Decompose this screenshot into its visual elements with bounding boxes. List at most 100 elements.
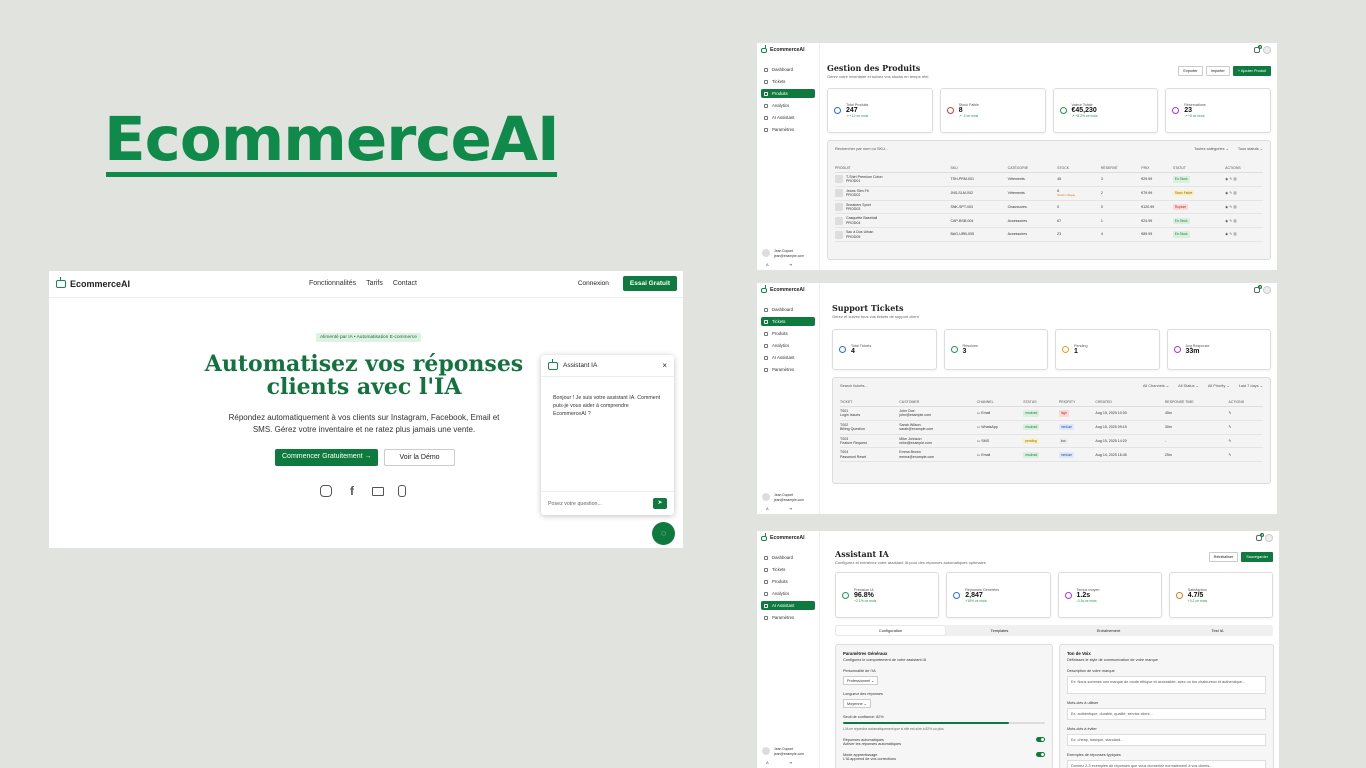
landing-brand[interactable]: EcommerceAI — [56, 277, 130, 289]
user-icon[interactable]: A — [766, 506, 769, 511]
learning-mode-toggle[interactable] — [1036, 752, 1045, 757]
view-icon[interactable]: ◉ — [1225, 191, 1228, 195]
priority-filter[interactable]: All Priority ⌄ — [1208, 383, 1230, 388]
auto-replies-toggle[interactable] — [1036, 737, 1045, 742]
status-filter[interactable]: Tous statuts ⌄ — [1238, 146, 1263, 151]
trash-icon[interactable]: ▥ — [1233, 177, 1236, 181]
brand-description-textarea[interactable]: Ex: Nous sommes une marque de mode éthiq… — [1067, 676, 1266, 694]
save-button[interactable]: Sauvegarder — [1241, 552, 1273, 562]
table-row[interactable]: T003 Feature Request Mike Johnson mike@exam… — [840, 434, 1263, 449]
table-row[interactable]: Sac à Dos Urban PROD05 BAG-URB-005 Accessoi… — [835, 227, 1263, 243]
view-icon[interactable]: ◉ — [1225, 232, 1228, 236]
chat-input[interactable]: Posez votre question... — [548, 501, 602, 507]
confidence-slider[interactable] — [843, 722, 1045, 724]
tab-training[interactable]: Entraînement — [1054, 626, 1163, 635]
sidebar-item-products[interactable]: Produits — [761, 89, 815, 98]
edit-icon[interactable]: ✎ — [1229, 177, 1232, 181]
table-row[interactable]: Jeans Slim Fit PROD02 JNS-SLM-002 Vêtements… — [835, 186, 1263, 201]
user-profile[interactable]: Jean Dupont jean@example.com — [762, 747, 804, 757]
keywords-avoid-input[interactable]: Ex: cheap, basique, standard... — [1067, 734, 1266, 746]
sidebar-item-analytics[interactable]: Analytics — [761, 341, 815, 350]
sidebar-item-ai-assistant[interactable]: AI Assistant — [761, 601, 815, 610]
user-icon[interactable]: A — [766, 760, 769, 765]
reset-button[interactable]: Réinitialiser — [1208, 552, 1239, 562]
table-row[interactable]: T002 Billing Question Sarah Wilson sarah@ex… — [840, 420, 1263, 435]
search-input[interactable]: Rechercher par nom ou SKU... — [835, 146, 888, 151]
table-row[interactable]: T004 Password Reset Emma Brown emma@example… — [840, 447, 1263, 463]
trash-icon[interactable]: ▥ — [1233, 219, 1236, 223]
demo-button[interactable]: Voir la Démo — [384, 449, 455, 466]
status-filter[interactable]: All Status ⌄ — [1178, 383, 1199, 388]
tab-test[interactable]: Test IA — [1163, 626, 1272, 635]
export-button[interactable]: Exporter — [1178, 66, 1203, 76]
sidebar-item-products[interactable]: Produits — [761, 577, 815, 586]
edit-icon[interactable]: ✎ — [1228, 425, 1231, 429]
view-icon[interactable]: ◉ — [1225, 219, 1228, 223]
logout-icon[interactable]: ⇥ — [789, 262, 792, 267]
channel-filter[interactable]: All Channels ⌄ — [1143, 383, 1169, 388]
sidebar-item-settings[interactable]: Paramètres — [761, 365, 815, 374]
trash-icon[interactable]: ▥ — [1233, 205, 1236, 209]
edit-icon[interactable]: ✎ — [1228, 411, 1231, 415]
keywords-use-input[interactable]: Ex: authentique, durable, qualité, servi… — [1067, 708, 1266, 720]
start-free-button[interactable]: Commencer Gratuitement → — [275, 449, 379, 466]
user-profile[interactable]: Jean Dupont jean@example.com — [762, 493, 804, 503]
edit-icon[interactable]: ✎ — [1229, 219, 1232, 223]
tab-templates[interactable]: Templates — [945, 626, 1054, 635]
facebook-icon[interactable]: f — [346, 485, 358, 497]
edit-icon[interactable]: ✎ — [1228, 453, 1231, 457]
sidebar-item-analytics[interactable]: Analytics — [761, 589, 815, 598]
sidebar-item-products[interactable]: Produits — [761, 329, 815, 338]
sidebar-item-tickets[interactable]: Tickets — [761, 317, 815, 326]
sidebar-item-settings[interactable]: Paramètres — [761, 613, 815, 622]
mail-icon[interactable] — [372, 487, 384, 496]
nav-link-features[interactable]: Fonctionnalités — [309, 280, 356, 287]
length-select[interactable]: Moyenne ⌄ — [843, 699, 871, 708]
sidebar-item-ai-assistant[interactable]: AI Assistant — [761, 353, 815, 362]
send-icon[interactable]: ➤ — [653, 498, 667, 509]
table-row[interactable]: T001 Login Issues John Doe john@example.com… — [840, 406, 1263, 421]
table-row[interactable]: T-Shirt Premium Coton PROD01 TSH-PRM-001 Vê… — [835, 172, 1263, 187]
search-input[interactable]: Search tickets... — [840, 383, 868, 388]
edit-icon[interactable]: ✎ — [1229, 205, 1232, 209]
close-icon[interactable]: × — [662, 361, 667, 370]
table-row[interactable]: Sneakers Sport PROD03 SNK-SPT-003 Chaussure… — [835, 200, 1263, 215]
examples-textarea[interactable]: Donnez 2-3 exemples de réponses que vous… — [1067, 760, 1266, 768]
phone-icon[interactable] — [398, 485, 406, 497]
logout-icon[interactable]: ⇥ — [789, 760, 792, 765]
sidebar-item-tickets[interactable]: Tickets — [761, 77, 815, 86]
nav-link-contact[interactable]: Contact — [393, 280, 417, 287]
date-filter[interactable]: Last 7 days ⌄ — [1239, 383, 1263, 388]
user-icon[interactable]: A — [766, 262, 769, 267]
instagram-icon[interactable] — [320, 485, 332, 497]
logout-icon[interactable]: ⇥ — [789, 506, 792, 511]
sidebar-item-ai-assistant[interactable]: AI Assistant — [761, 113, 815, 122]
sidebar-item-tickets[interactable]: Tickets — [761, 565, 815, 574]
sidebar-item-dashboard[interactable]: Dashboard — [761, 65, 815, 74]
trash-icon[interactable]: ▥ — [1233, 232, 1236, 236]
user-profile[interactable]: Jean Dupont jean@example.com — [762, 249, 804, 259]
toggle-sublabel: Activer les réponses automatiques — [843, 742, 902, 746]
nav-link-pricing[interactable]: Tarifs — [366, 280, 383, 287]
view-icon[interactable]: ◉ — [1225, 177, 1228, 181]
category-filter[interactable]: Toutes catégories ⌄ — [1194, 146, 1229, 151]
free-trial-button[interactable]: Essai Gratuit — [622, 276, 677, 291]
tab-configuration[interactable]: Configuration — [836, 626, 945, 635]
edit-icon[interactable]: ✎ — [1229, 191, 1232, 195]
response-time-cell: 45m — [1164, 406, 1229, 421]
sidebar-item-dashboard[interactable]: Dashboard — [761, 305, 815, 314]
edit-icon[interactable]: ✎ — [1228, 439, 1231, 443]
sidebar-item-analytics[interactable]: Analytics — [761, 101, 815, 110]
sidebar-item-settings[interactable]: Paramètres — [761, 125, 815, 134]
sidebar-item-dashboard[interactable]: Dashboard — [761, 553, 815, 562]
table-row[interactable]: Casquette Baseball PROD04 CAP-BSB-004 Acces… — [835, 213, 1263, 229]
import-button[interactable]: Importer — [1205, 66, 1230, 76]
tickets-screenshot: EcommerceAI Dashboard Tickets Produits A… — [757, 283, 1277, 514]
login-link[interactable]: Connexion — [578, 280, 609, 287]
view-icon[interactable]: ◉ — [1225, 205, 1228, 209]
add-product-button[interactable]: + Ajouter Produit — [1232, 66, 1271, 76]
edit-icon[interactable]: ✎ — [1229, 232, 1232, 236]
personality-select[interactable]: Professionnel ⌄ — [843, 676, 879, 685]
chat-fab-button[interactable]: ◌ — [652, 522, 675, 545]
trash-icon[interactable]: ▥ — [1233, 191, 1236, 195]
